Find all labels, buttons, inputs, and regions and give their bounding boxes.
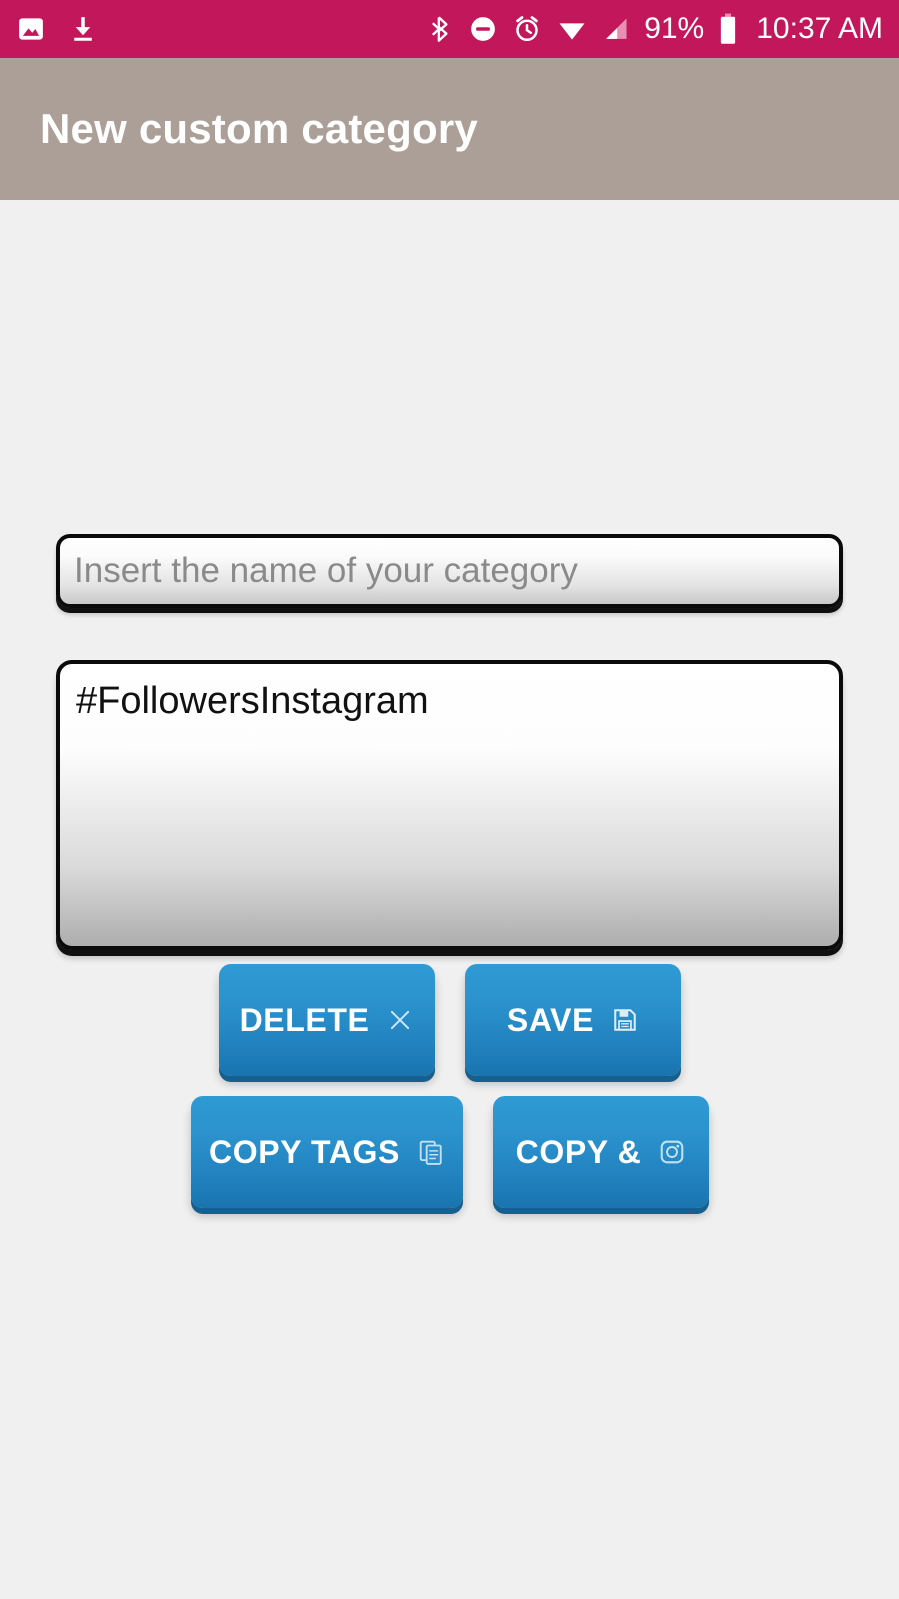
status-bar-left-icons — [16, 14, 98, 44]
do-not-disturb-icon — [468, 14, 498, 44]
delete-button-label: DELETE — [239, 1001, 370, 1038]
bluetooth-icon — [426, 14, 454, 44]
wifi-icon — [556, 14, 588, 44]
tags-textarea[interactable] — [56, 660, 843, 950]
copy-and-share-button-label: COPY & — [515, 1133, 642, 1170]
download-icon — [68, 14, 98, 44]
status-bar-right-icons: 91% 10:37 AM — [426, 12, 883, 46]
action-buttons-row-1: DELETE SAVE — [218, 964, 681, 1076]
instagram-icon — [659, 1139, 685, 1165]
alarm-clock-icon — [512, 14, 542, 44]
copy-icon — [418, 1139, 444, 1165]
page-title: New custom category — [40, 105, 478, 152]
save-button[interactable]: SAVE — [464, 964, 681, 1076]
clock-label: 10:37 AM — [756, 12, 883, 45]
copy-tags-button-label: COPY TAGS — [209, 1133, 400, 1170]
battery-percent-label: 91% — [644, 12, 705, 45]
content-area: DELETE SAVE — [0, 200, 899, 1599]
floppy-disk-icon — [612, 1007, 638, 1033]
copy-tags-button[interactable]: COPY TAGS — [190, 1096, 463, 1208]
category-name-input[interactable] — [56, 534, 843, 608]
cellular-signal-icon — [602, 14, 630, 44]
app-bar: New custom category — [0, 58, 899, 200]
battery-icon — [718, 13, 738, 45]
copy-and-share-button[interactable]: COPY & — [492, 1096, 709, 1208]
save-button-label: SAVE — [506, 1001, 595, 1038]
delete-button[interactable]: DELETE — [218, 964, 435, 1076]
close-icon — [387, 1007, 413, 1033]
image-icon — [16, 14, 46, 44]
action-buttons-row-2: COPY TAGS COPY & — [190, 1096, 709, 1208]
status-bar: 91% 10:37 AM — [0, 0, 899, 58]
action-buttons: DELETE SAVE COPY TAGS COPY & — [56, 964, 843, 1208]
